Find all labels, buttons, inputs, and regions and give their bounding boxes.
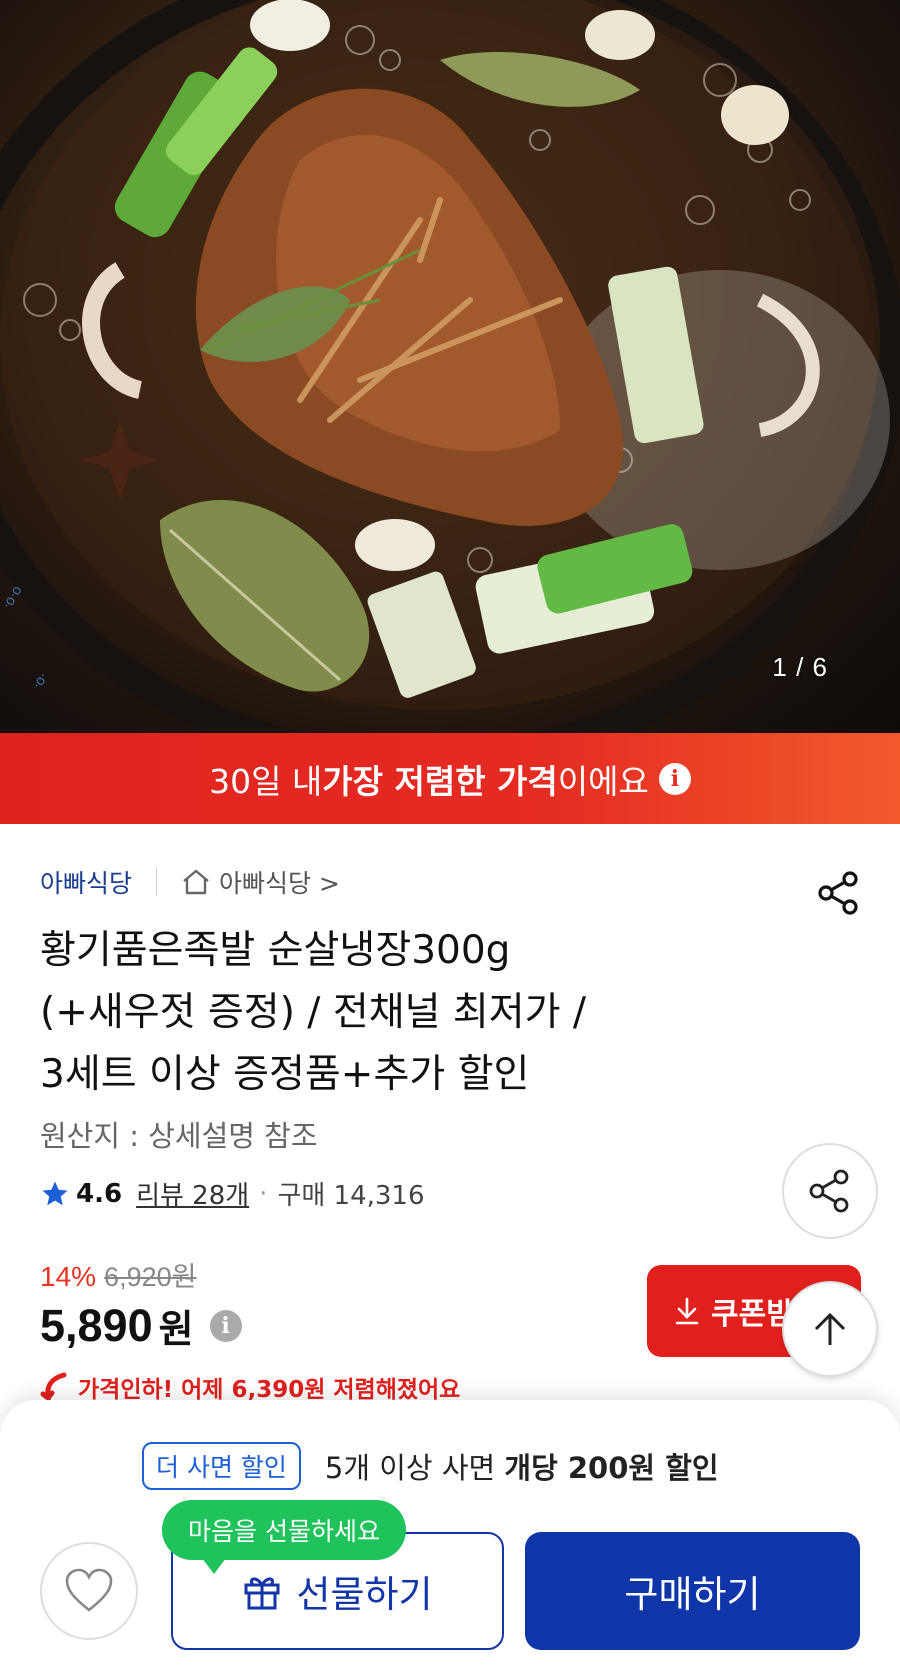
store-name-link[interactable]: 아빠식당	[40, 864, 132, 900]
home-icon	[183, 869, 209, 895]
price-drop-text: 가격인하! 어제 6,390원 저렴해졌어요	[78, 1377, 461, 1403]
original-price: 6,920원	[104, 1262, 197, 1292]
purchase-bottom-sheet: 더 사면 할인 5개 이상 사면 개당 200원 할인 마음을 선물하세요 선물…	[0, 1400, 900, 1672]
gift-icon	[244, 1577, 280, 1610]
origin-info: 원산지 : 상세설명 참조	[40, 1119, 318, 1153]
scroll-to-top-button[interactable]	[782, 1281, 878, 1377]
store-row: 아빠식당 아빠식당 >	[40, 864, 340, 900]
title-line: (+새우젓 증정) / 전채널 최저가 /	[40, 990, 587, 1035]
current-price-row: 5,890 원 i	[40, 1298, 242, 1353]
current-price: 5,890	[40, 1299, 153, 1351]
share-icon	[809, 1169, 849, 1213]
bulk-discount-prefix: 5개 이상 사면	[324, 1451, 505, 1485]
store-home-label: 아빠식당 >	[219, 869, 340, 898]
buy-button[interactable]: 구매하기	[525, 1532, 860, 1650]
discount-rate: 14%	[40, 1261, 97, 1292]
rating-row: 4.6 리뷰 28개 · 구매 14,316	[40, 1175, 425, 1212]
title-line: 3세트 이상 증정품+추가 할인	[40, 1052, 530, 1097]
price-drop-icon	[40, 1372, 67, 1402]
review-count-link[interactable]: 리뷰 28개	[136, 1175, 249, 1212]
product-image[interactable]: ᐧoᐧo ᐧoᐧ 1 / 6	[0, 0, 900, 733]
currency-label: 원	[158, 1307, 194, 1351]
price-info-icon[interactable]: i	[209, 1309, 242, 1342]
svg-text:ᐧoᐧ: ᐧoᐧ	[30, 670, 52, 692]
bulk-discount-text: 5개 이상 사면 개당 200원 할인	[325, 1445, 719, 1487]
title-line: 황기품은족발 순살냉장300g	[40, 928, 511, 973]
share-icon[interactable]	[816, 870, 862, 916]
heart-icon	[65, 1568, 113, 1612]
banner-suffix: 이에요	[557, 761, 649, 801]
image-counter: 1 / 6	[772, 652, 828, 682]
bulk-discount-bold: 개당 200원 할인	[504, 1451, 719, 1485]
bulk-discount-tag: 더 사면 할인	[142, 1442, 301, 1490]
gift-label: 선물하기	[296, 1573, 433, 1616]
star-icon	[42, 1181, 68, 1205]
lowest-price-banner[interactable]: 30일 내 가장 저렴한 가격 이에요 i	[0, 733, 900, 824]
gift-tooltip: 마음을 선물하세요	[162, 1500, 406, 1574]
arrow-up-icon	[814, 1312, 846, 1345]
separator-dot: ·	[259, 1178, 268, 1209]
price-discount-row: 14% 6,920원	[40, 1255, 196, 1294]
divider	[156, 868, 158, 896]
bulk-discount-row: 더 사면 할인 5개 이상 사면 개당 200원 할인	[142, 1442, 719, 1490]
share-floating-button[interactable]	[782, 1143, 878, 1239]
price-drop-notice: 가격인하! 어제 6,390원 저렴해졌어요	[40, 1370, 460, 1404]
banner-emphasis: 가장 저렴한 가격	[322, 761, 558, 801]
wishlist-button[interactable]	[40, 1542, 138, 1640]
banner-prefix: 30일 내	[209, 761, 323, 801]
purchase-count: 구매 14,316	[277, 1181, 425, 1211]
download-icon	[675, 1297, 699, 1325]
store-home-link[interactable]: 아빠식당 >	[181, 864, 340, 900]
product-photo: ᐧoᐧo ᐧoᐧ	[0, 0, 900, 733]
buy-label: 구매하기	[624, 1573, 761, 1616]
info-icon[interactable]: i	[658, 762, 691, 795]
rating-score: 4.6	[76, 1178, 123, 1209]
product-title: 황기품은족발 순살냉장300g (+새우젓 증정) / 전채널 최저가 / 3세…	[40, 920, 700, 1106]
